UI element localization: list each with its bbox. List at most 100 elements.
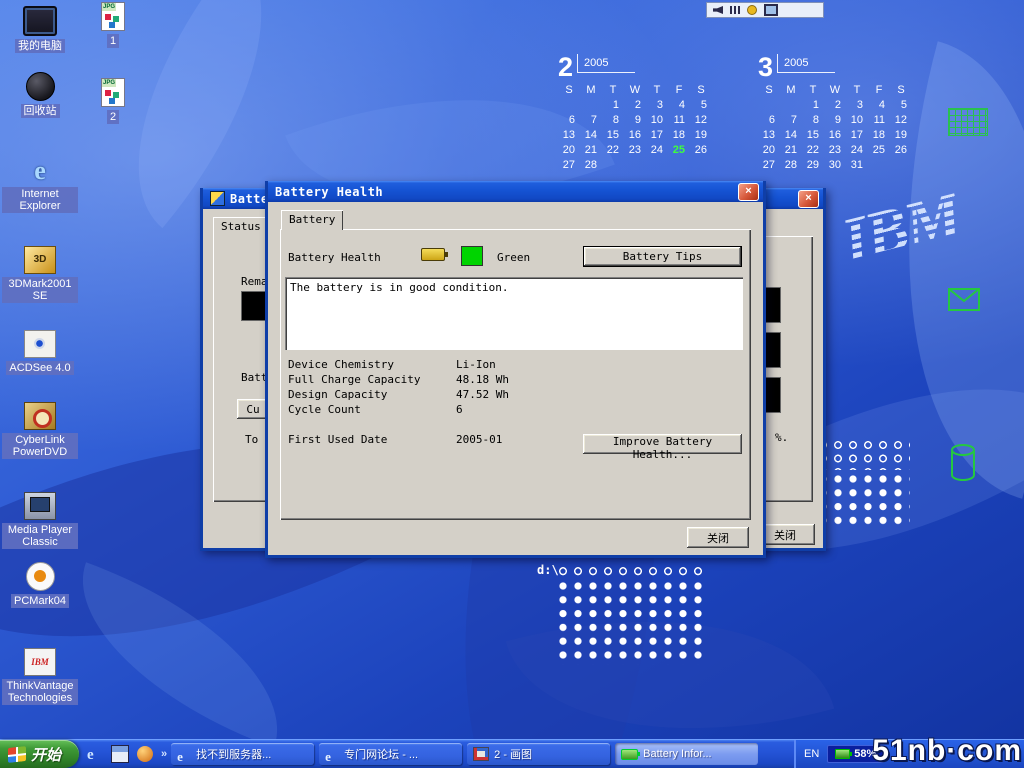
desktop-icon-threedmark[interactable]: 3DMark2001 SE: [2, 246, 78, 304]
condition-textbox[interactable]: The battery is in good condition.: [285, 277, 743, 350]
calendar-day: 28: [780, 159, 802, 174]
desktop-icon-pcmark[interactable]: PCMark04: [2, 562, 78, 609]
desktop-file-label: 2: [107, 110, 119, 124]
language-indicator[interactable]: EN: [804, 748, 819, 760]
ie-icon[interactable]: [87, 746, 103, 762]
task-label: 找不到服务器...: [196, 746, 271, 762]
media-icon[interactable]: [137, 746, 153, 762]
calendar-day: 22: [602, 144, 624, 159]
calendar-day: 15: [602, 129, 624, 144]
calendar-day: 11: [668, 114, 690, 129]
paint-icon: [473, 747, 489, 761]
calendar-day: 24: [846, 144, 868, 159]
battery-tips-button[interactable]: Battery Tips: [583, 246, 742, 267]
recycle-bin-icon: [26, 72, 55, 101]
desktop-icon-acdsee[interactable]: ACDSee 4.0: [2, 330, 78, 376]
calendar-grid: SMTWTFS123456789101112131415161718192021…: [758, 84, 918, 174]
calendar-day: 30: [824, 159, 846, 174]
start-label: 开始: [31, 744, 61, 765]
calendar-day: 11: [868, 114, 890, 129]
calendar-weekday: T: [846, 84, 868, 99]
desktop-icon-internet-explorer[interactable]: Internet Explorer: [2, 158, 78, 214]
volume-icon: [730, 6, 740, 14]
speaker-icon: [713, 6, 723, 14]
calendar-day: [602, 159, 624, 174]
calendar-day: 19: [890, 129, 912, 144]
tab-status[interactable]: Status: [213, 217, 269, 237]
battery-health-window: Battery Health × Battery Battery Health …: [265, 181, 766, 558]
calendar-day: 20: [558, 144, 580, 159]
acdsee-icon: [24, 330, 56, 358]
calendar-day: 24: [646, 144, 668, 159]
health-status-swatch: [461, 246, 483, 266]
desktop-icon-media-player-classic[interactable]: Media Player Classic: [2, 492, 78, 550]
calendar-day: 16: [624, 129, 646, 144]
field-label: Cycle Count: [288, 403, 456, 416]
calendar-day: 9: [624, 114, 646, 129]
calendar-day: 7: [580, 114, 602, 129]
task-label: 2 - 画图: [494, 746, 532, 762]
improve-battery-health-button[interactable]: Improve Battery Health...: [583, 434, 742, 454]
desktop-icon-label: Media Player Classic: [2, 523, 78, 549]
thinkvantage-icon: [24, 648, 56, 676]
dot-pattern-filled: [818, 474, 910, 526]
task-label: Battery Infor...: [643, 748, 711, 760]
windows-flag-icon: [8, 746, 26, 763]
calendar-day: 9: [824, 114, 846, 129]
calendar-year: 2005: [577, 54, 634, 73]
calendar-weekday: T: [602, 84, 624, 99]
window-titlebar[interactable]: Battery Health ×: [268, 181, 763, 202]
calendar-day: 6: [758, 114, 780, 129]
task-label: 专门网论坛 - ...: [344, 746, 418, 762]
desktop-file-label: 1: [107, 34, 119, 48]
calendar-day: 13: [558, 129, 580, 144]
calendar-weekday: S: [758, 84, 780, 99]
internet-explorer-icon: [25, 158, 55, 184]
field-value: 48.18 Wh: [456, 373, 509, 386]
calendar-day: 14: [780, 129, 802, 144]
quick-launch: [79, 740, 161, 768]
desktop-icon-my-computer[interactable]: 我的电脑: [2, 6, 78, 54]
close-icon[interactable]: ×: [738, 183, 759, 201]
envelope-icon: [948, 288, 980, 311]
threedmark-icon: [24, 246, 56, 274]
calendar-weekday: M: [580, 84, 602, 99]
desktop-icon[interactable]: [111, 745, 129, 763]
battery-field-row: Design Capacity47.52 Wh: [288, 387, 728, 402]
desktop-file-2[interactable]: 2: [80, 78, 146, 125]
ie-icon: [177, 748, 191, 760]
desktop-icon-label: 回收站: [21, 104, 60, 118]
calendar-day: 1: [602, 99, 624, 114]
taskbar-task[interactable]: Battery Infor...: [615, 743, 758, 765]
desktop-file-1[interactable]: 1: [80, 2, 146, 49]
desktop-icon-label: 3DMark2001 SE: [2, 277, 78, 303]
calendar-day: 2: [624, 99, 646, 114]
calendar-day: [646, 159, 668, 174]
desktop-icon-thinkvantage[interactable]: ThinkVantage Technologies: [2, 648, 78, 706]
taskbar-task[interactable]: 专门网论坛 - ...: [319, 743, 462, 765]
watermark: 51nb·com: [872, 734, 1022, 768]
tab-battery[interactable]: Battery: [281, 210, 343, 230]
desktop-icon-label: 我的电脑: [15, 39, 65, 53]
taskbar-task[interactable]: 找不到服务器...: [171, 743, 314, 765]
close-icon[interactable]: ×: [798, 190, 819, 208]
calendar-day: 22: [802, 144, 824, 159]
start-button[interactable]: 开始: [0, 740, 79, 768]
calendar-weekday: T: [802, 84, 824, 99]
calendar-day: 8: [602, 114, 624, 129]
calendar-day: 21: [580, 144, 602, 159]
percent-label: %.: [775, 431, 788, 444]
calendar-day: 7: [780, 114, 802, 129]
pcmark-icon: [26, 562, 55, 591]
grid-icon: [948, 108, 988, 136]
taskbar-task[interactable]: 2 - 画图: [467, 743, 610, 765]
calendar-day: [780, 99, 802, 114]
battery-field-row: Cycle Count6: [288, 402, 728, 417]
battery-field-row: Full Charge Capacity48.18 Wh: [288, 372, 728, 387]
chevron-right-icon[interactable]: »: [161, 748, 167, 760]
battery-field-row: Device ChemistryLi-Ion: [288, 357, 728, 372]
calendar-day: [668, 159, 690, 174]
close-button[interactable]: 关闭: [687, 527, 749, 548]
desktop-icon-powerdvd[interactable]: CyberLink PowerDVD: [2, 402, 78, 460]
desktop-icon-recycle-bin[interactable]: 回收站: [2, 72, 78, 119]
